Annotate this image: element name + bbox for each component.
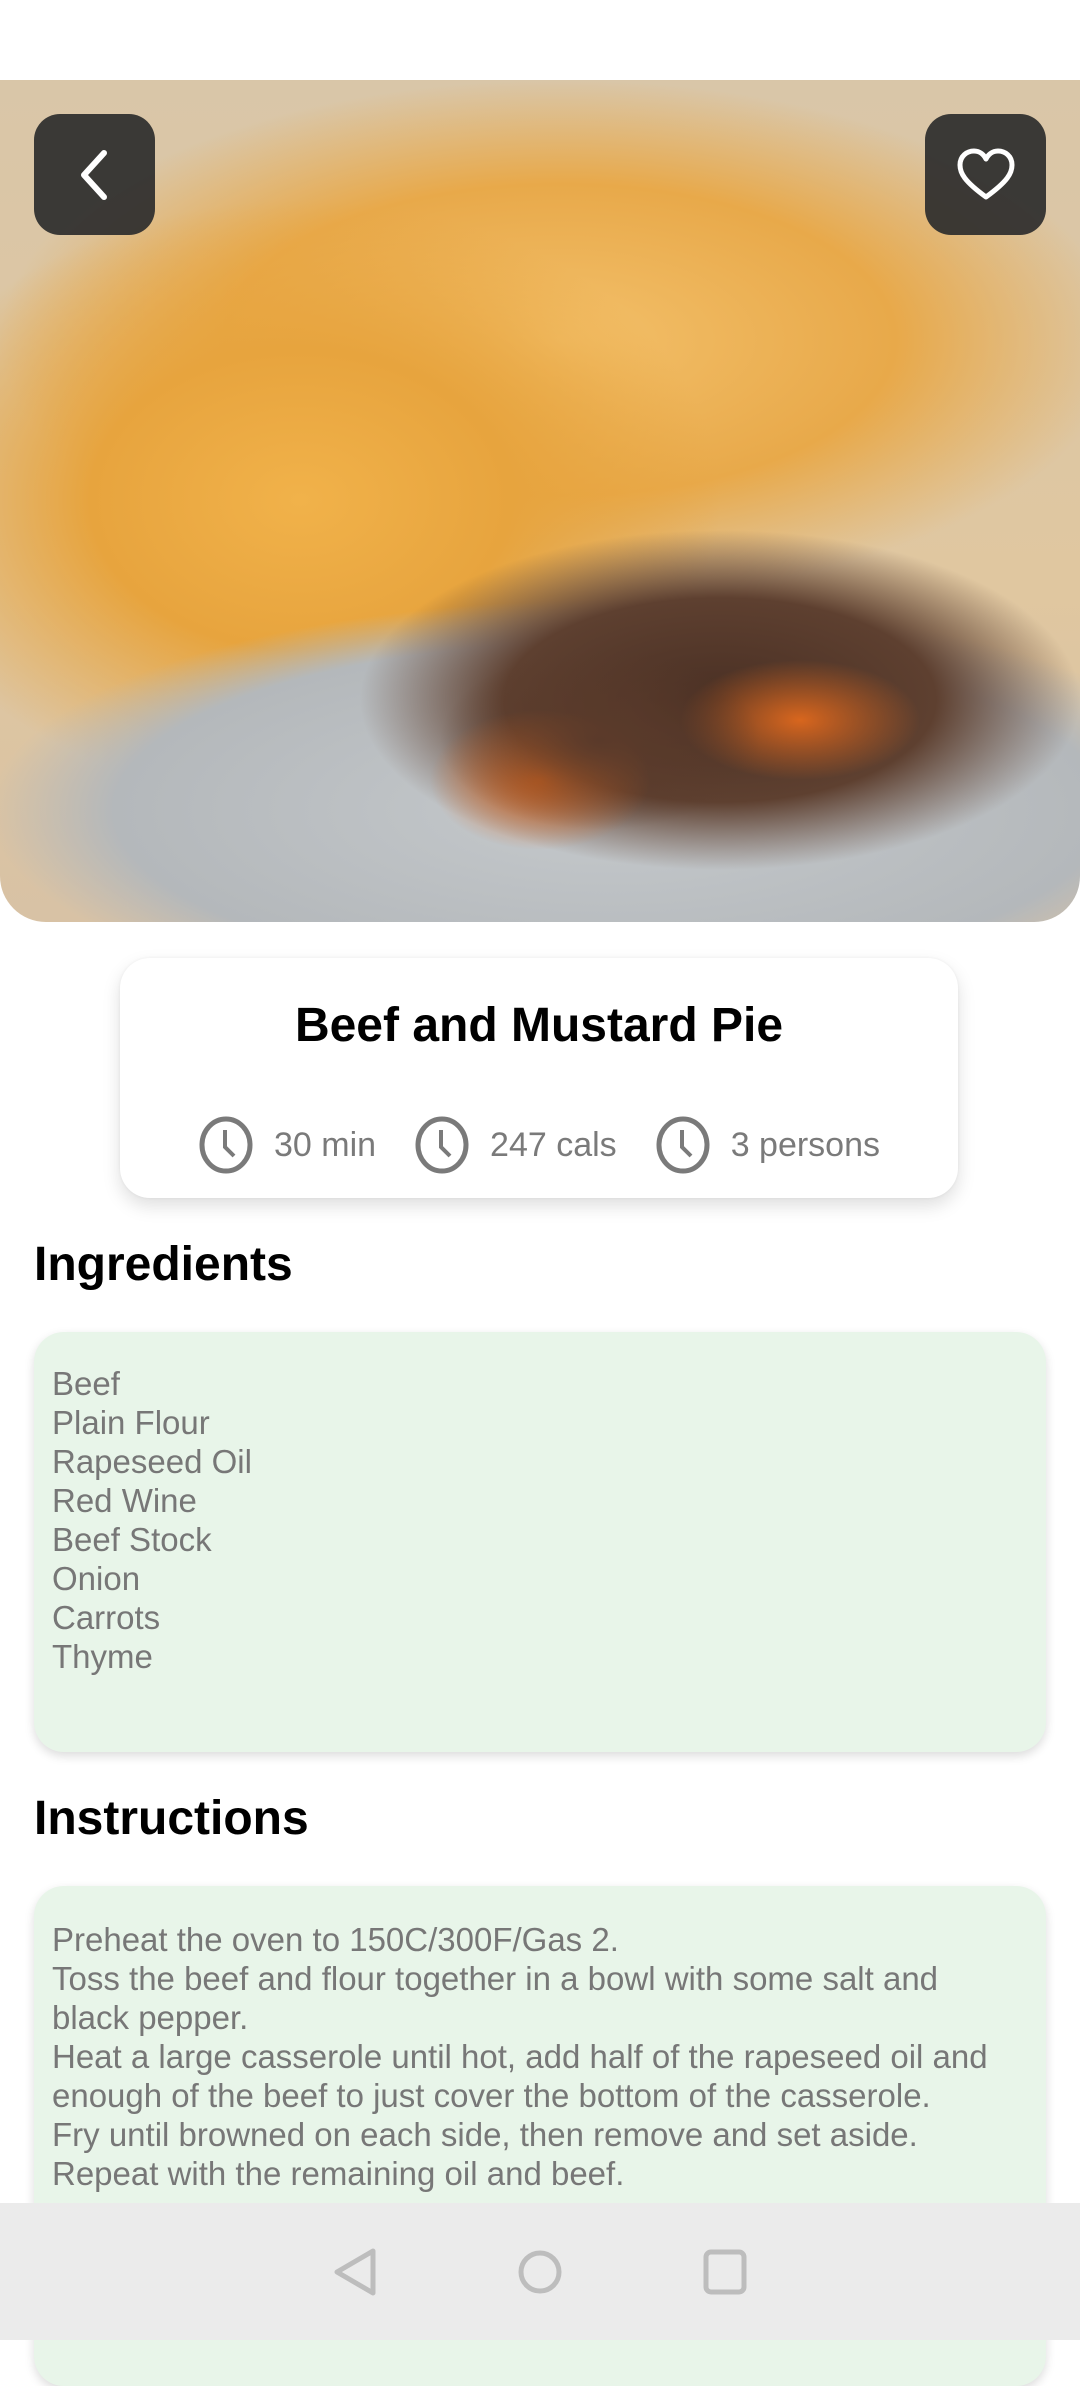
meta-time: 30 min: [198, 1116, 376, 1174]
ingredient-item: Rapeseed Oil: [52, 1443, 252, 1480]
recipe-title: Beef and Mustard Pie: [294, 999, 784, 1052]
ingredient-item: Beef: [52, 1365, 120, 1402]
instruction-step: Preheat the oven to 150C/300F/Gas 2.: [52, 1921, 619, 1958]
system-nav-bar: [0, 2203, 1080, 2340]
ingredient-item: Onion: [52, 1560, 141, 1597]
clock-icon: [656, 1116, 710, 1174]
chevron-left-icon: [80, 149, 107, 200]
calories-value: 247 cals: [490, 1125, 617, 1164]
instruction-step: Heat a large casserole until hot, add ha…: [52, 2038, 988, 2114]
ingredient-item: Beef Stock: [52, 1521, 212, 1558]
clock-icon: [415, 1116, 469, 1174]
recipe-summary-card: Beef and Mustard Pie 30 min 247 cals 3 p…: [120, 958, 958, 1198]
time-value: 30 min: [273, 1125, 377, 1164]
instruction-step: Fry until browned on each side, then rem…: [52, 2116, 918, 2153]
instruction-step: Repeat with the remaining oil and beef.: [52, 2155, 625, 2192]
recipe-image: [0, 80, 1080, 922]
meta-calories: 247 cals: [414, 1116, 617, 1174]
instructions-heading: Instructions: [34, 1792, 309, 1845]
nav-recents-icon[interactable]: [703, 2249, 747, 2295]
nav-back-icon[interactable]: [333, 2247, 377, 2297]
favorite-button[interactable]: [925, 114, 1046, 235]
servings-value: 3 persons: [730, 1125, 881, 1164]
ingredients-list: Beef Plain Flour Rapeseed Oil Red Wine B…: [34, 1332, 1046, 1752]
heart-icon: [957, 148, 1014, 199]
instruction-step: Toss the beef and flour together in a bo…: [52, 1960, 939, 2036]
ingredients-heading: Ingredients: [34, 1238, 293, 1291]
ingredient-item: Plain Flour: [52, 1404, 210, 1441]
ingredient-item: Carrots: [52, 1599, 161, 1636]
ingredient-item: Thyme: [52, 1638, 153, 1675]
clock-icon: [199, 1116, 253, 1174]
meta-servings: 3 persons: [655, 1116, 880, 1174]
ingredient-item: Red Wine: [52, 1482, 197, 1519]
back-button[interactable]: [34, 114, 155, 235]
nav-home-icon[interactable]: [517, 2249, 563, 2295]
